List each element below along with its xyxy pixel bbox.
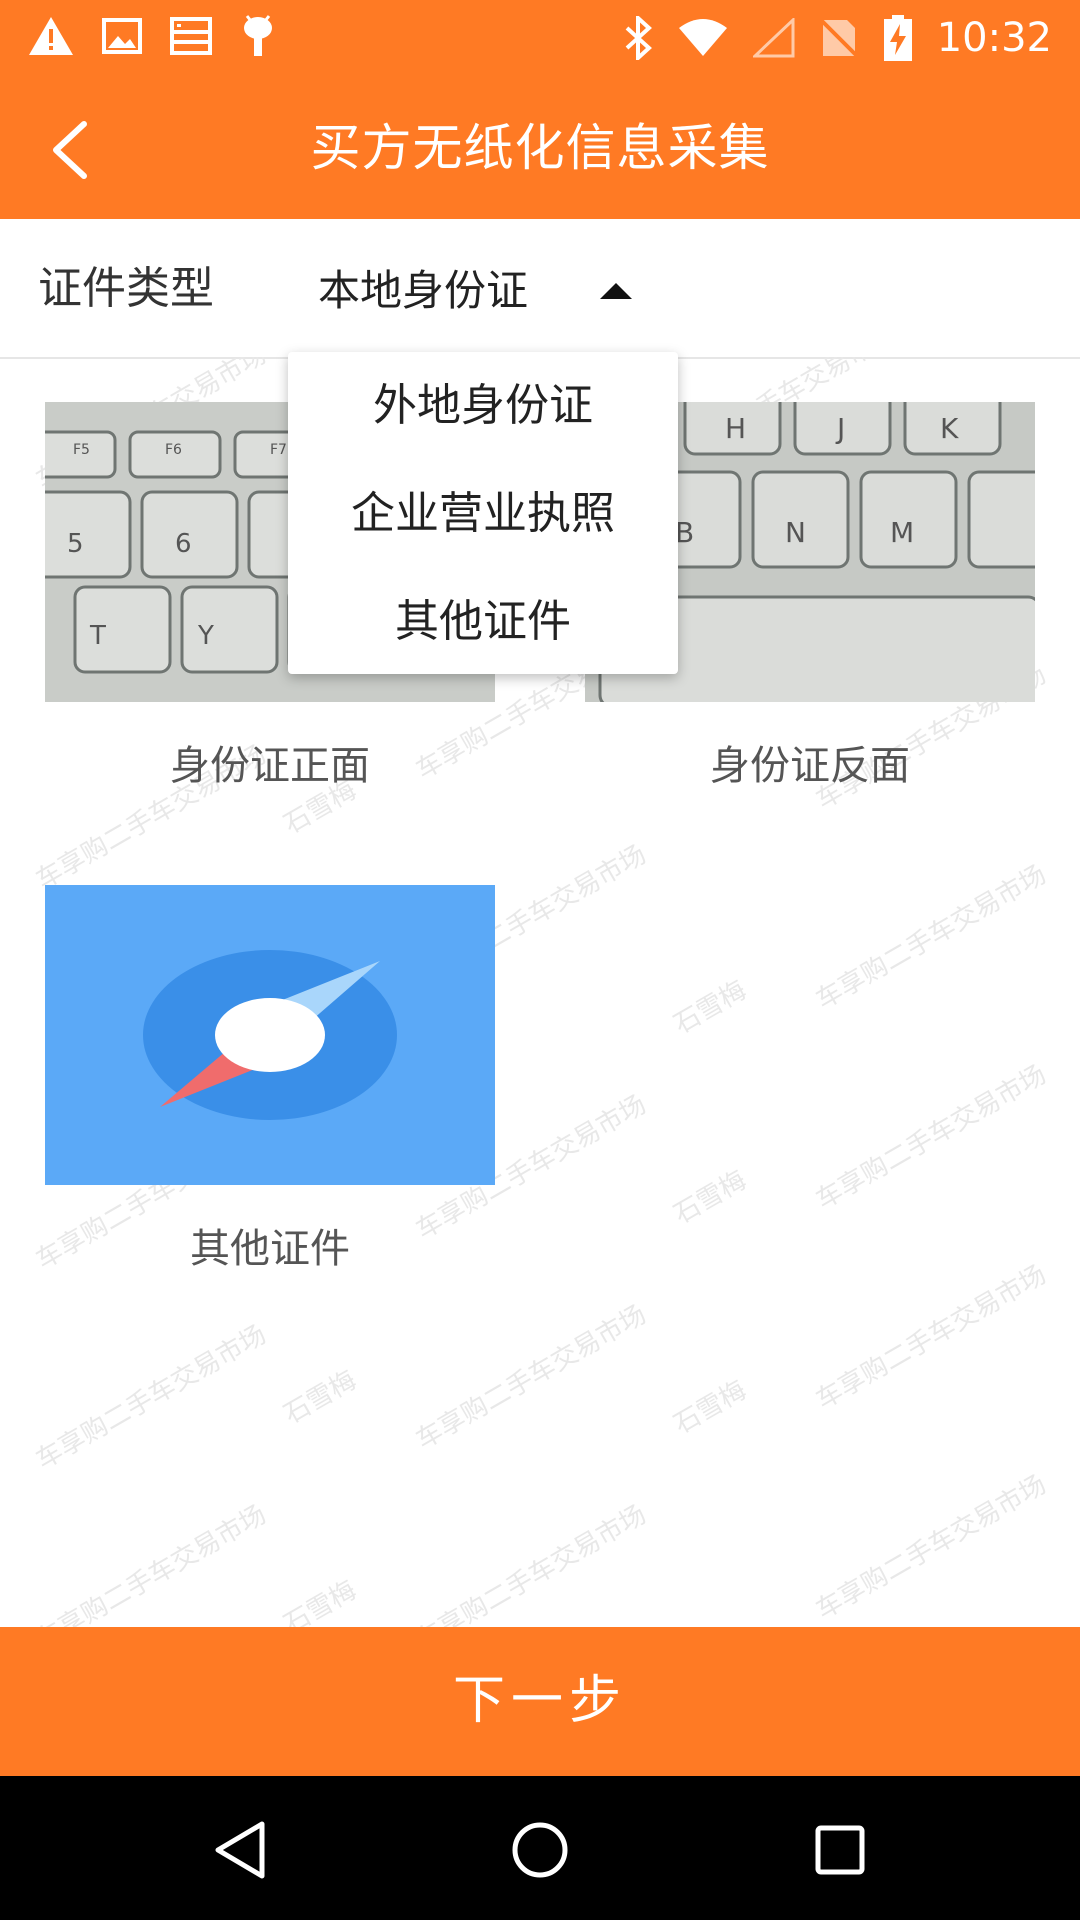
signal-off-icon	[752, 18, 795, 58]
svg-text:N: N	[785, 516, 806, 549]
certificate-type-dropdown: 外地身份证 企业营业执照 其他证件	[288, 352, 678, 674]
storage-icon	[170, 17, 212, 55]
caret-up-icon	[600, 283, 632, 299]
android-icon	[240, 14, 276, 58]
page-title: 买方无纸化信息采集	[310, 119, 770, 177]
other-certificate-photo	[45, 885, 495, 1185]
compass-icon	[45, 885, 495, 1185]
watermark-name: 石雪梅	[278, 1575, 362, 1627]
square-recents-icon	[808, 1825, 872, 1886]
watermark-text: 车享购二手车交易市场	[411, 1499, 652, 1627]
svg-text:M: M	[890, 516, 914, 549]
next-step-button[interactable]: 下一步	[0, 1627, 1080, 1776]
watermark-name: 石雪梅	[668, 1165, 752, 1231]
other-certificate-photo-card[interactable]: 其他证件	[45, 885, 495, 1275]
watermark-name: 石雪梅	[668, 1375, 752, 1441]
svg-text:F7: F7	[270, 442, 287, 458]
battery-charging-icon	[883, 15, 913, 61]
svg-text:F6: F6	[165, 442, 182, 458]
triangle-back-icon	[210, 1821, 274, 1886]
circle-home-icon	[508, 1822, 572, 1886]
watermark-text: 车享购二手车交易市场	[411, 1299, 652, 1456]
watermark-text: 车享购二手车交易市场	[811, 859, 1052, 1016]
nav-back-button[interactable]	[210, 1818, 274, 1882]
status-bar: 10:32	[0, 0, 1080, 76]
watermark-text: 车享购二手车交易市场	[31, 1319, 272, 1476]
watermark-text: 车享购二手车交易市场	[811, 1059, 1052, 1216]
nav-home-button[interactable]	[508, 1818, 572, 1882]
dropdown-option-other-certificate[interactable]: 其他证件	[288, 568, 678, 676]
svg-text:H: H	[725, 412, 746, 445]
clock: 10:32	[936, 15, 1052, 61]
dropdown-option-nonlocal-id[interactable]: 外地身份证	[288, 352, 678, 460]
nav-recents-button[interactable]	[808, 1818, 872, 1882]
svg-text:6: 6	[175, 529, 192, 559]
watermark-text: 车享购二手车交易市场	[811, 1259, 1052, 1416]
other-certificate-caption: 其他证件	[190, 1226, 350, 1272]
warning-icon	[28, 15, 74, 57]
watermark-name: 石雪梅	[668, 975, 752, 1041]
watermark-text: 车享购二手车交易市场	[31, 1499, 272, 1627]
wifi-icon	[677, 18, 729, 58]
app-bar: 买方无纸化信息采集	[0, 76, 1080, 219]
svg-text:J: J	[835, 412, 845, 445]
certificate-type-value: 本地身份证	[318, 266, 529, 315]
watermark-text: 车享购二手车交易市场	[811, 1469, 1052, 1626]
svg-text:5: 5	[67, 529, 84, 559]
certificate-type-label: 证件类型	[38, 263, 214, 314]
image-icon	[102, 18, 142, 54]
svg-text:Y: Y	[197, 621, 214, 651]
id-back-caption: 身份证反面	[710, 743, 910, 789]
system-nav-bar	[0, 1776, 1080, 1920]
watermark-name: 石雪梅	[278, 1365, 362, 1431]
certificate-type-row: 证件类型 本地身份证	[0, 219, 1080, 359]
svg-text:T: T	[89, 621, 106, 651]
bluetooth-icon	[623, 16, 653, 60]
certificate-type-select[interactable]: 本地身份证	[300, 249, 660, 329]
no-sim-icon	[819, 18, 859, 58]
svg-text:K: K	[940, 412, 959, 445]
svg-text:F5: F5	[73, 442, 90, 458]
dropdown-option-business-license[interactable]: 企业营业执照	[288, 460, 678, 568]
id-front-caption: 身份证正面	[170, 743, 370, 789]
